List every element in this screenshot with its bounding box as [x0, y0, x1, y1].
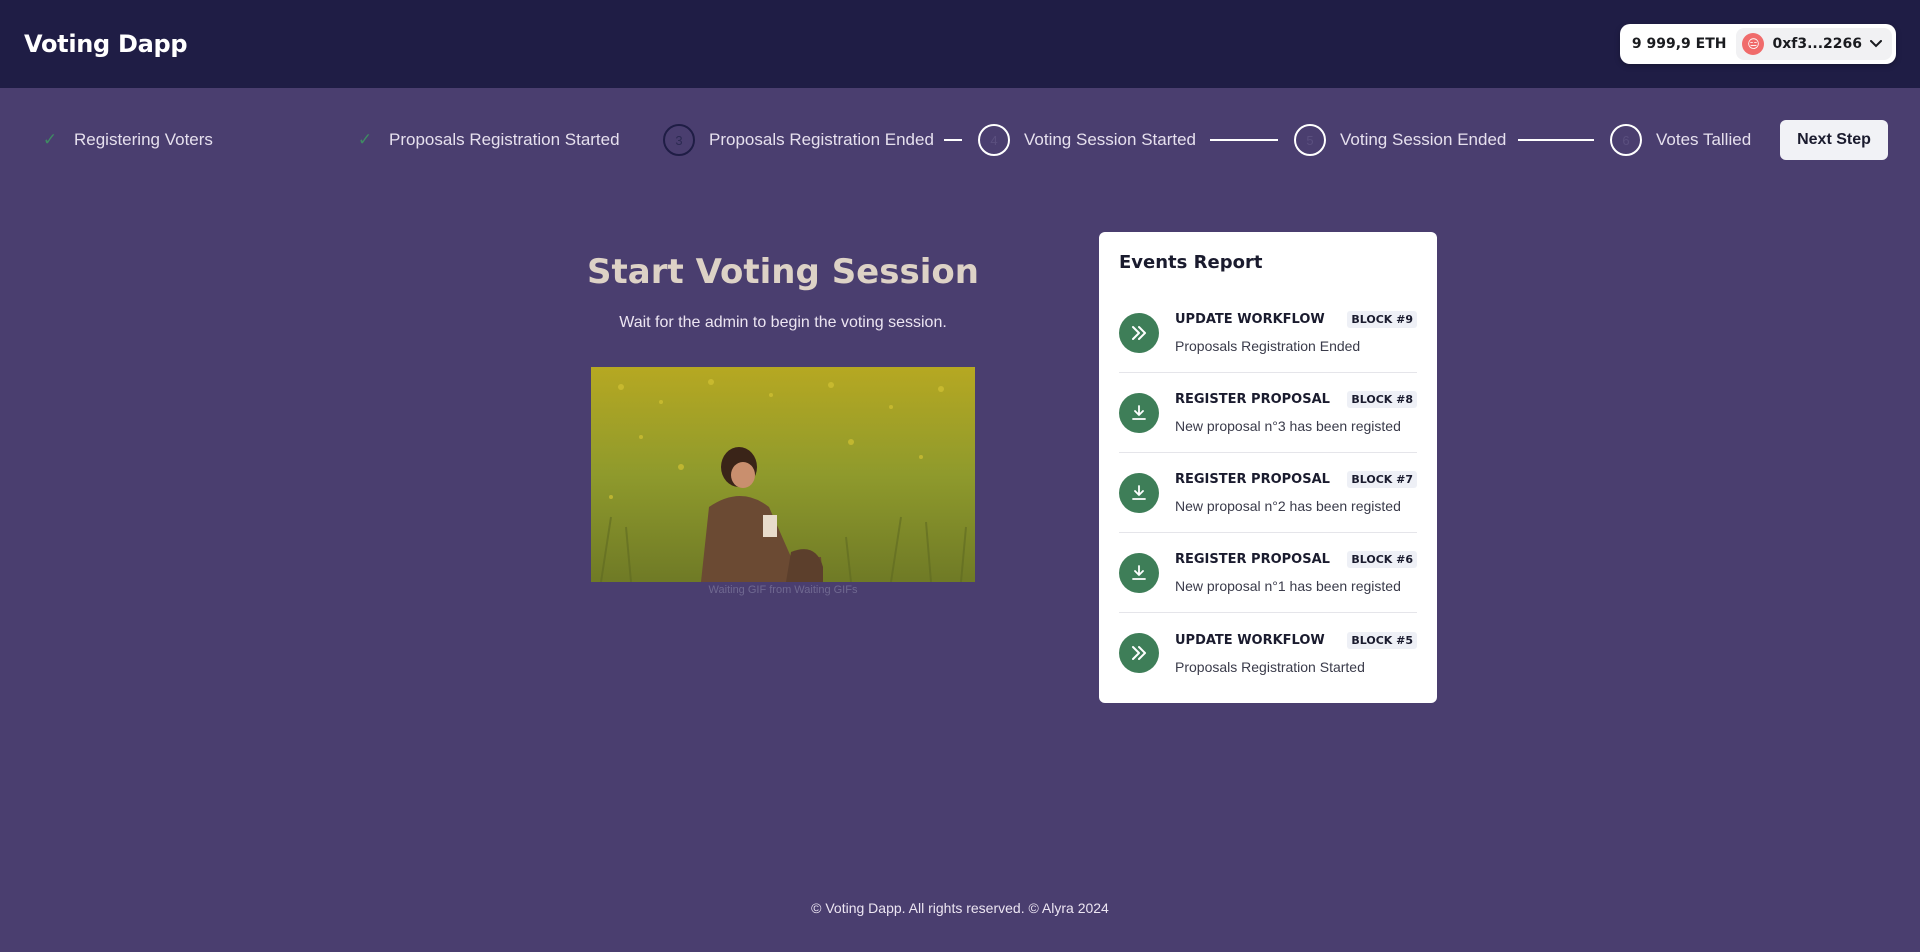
event-description: Proposals Registration Ended	[1175, 338, 1361, 354]
step-label: Registering Voters	[74, 130, 213, 149]
block-badge: BLOCK #8	[1347, 391, 1417, 408]
chevron-down-icon	[1870, 37, 1882, 51]
step-label: Votes Tallied	[1656, 130, 1752, 149]
check-icon: ✓	[42, 130, 58, 149]
block-badge: BLOCK #5	[1347, 631, 1417, 649]
step-proposals-registration-ended: 3 Proposals Registration Ended	[663, 118, 934, 162]
step-number: 6	[1610, 124, 1642, 156]
footer-copyright: © Voting Dapp. All rights reserved. © Al…	[811, 900, 1109, 916]
app-title: Voting Dapp	[24, 30, 188, 58]
event-item: UPDATE WORKFLOW BLOCK #9 Proposals Regis…	[1119, 293, 1417, 373]
event-type: REGISTER PROPOSAL	[1175, 472, 1330, 487]
step-voting-session-started: 4 Voting Session Started	[978, 118, 1196, 162]
step-votes-tallied: 6 Votes Tallied	[1610, 118, 1751, 162]
step-label: Proposals Registration Started	[389, 130, 620, 149]
step-registering-voters: ✓ Registering Voters	[40, 118, 213, 162]
wallet-balance: 9 999,9 ETH	[1631, 36, 1727, 52]
event-type: REGISTER PROPOSAL	[1175, 552, 1330, 567]
event-type: UPDATE WORKFLOW	[1175, 312, 1325, 327]
event-description: New proposal n°1 has been registed	[1175, 578, 1401, 594]
step-connector	[1210, 139, 1278, 141]
event-type: REGISTER PROPOSAL	[1175, 392, 1330, 407]
workflow-stepper: ✓ Registering Voters ✓ Proposals Registr…	[0, 118, 1920, 162]
step-number: 3	[663, 124, 695, 156]
wallet-avatar-icon: 😑	[1742, 33, 1765, 55]
event-item: REGISTER PROPOSAL BLOCK #7 New proposal …	[1119, 453, 1417, 533]
event-description: New proposal n°3 has been registed	[1175, 418, 1401, 434]
event-item: UPDATE WORKFLOW BLOCK #5 Proposals Regis…	[1119, 613, 1417, 693]
step-label: Voting Session Started	[1024, 130, 1197, 149]
download-icon	[1119, 552, 1159, 593]
block-badge: BLOCK #6	[1347, 551, 1417, 568]
step-connector	[944, 139, 962, 141]
events-report-title: Events Report	[1119, 252, 1263, 273]
event-description: Proposals Registration Started	[1175, 658, 1365, 675]
gif-caption-link[interactable]: Waiting GIF from Waiting GIFs	[591, 584, 975, 596]
event-item: REGISTER PROPOSAL BLOCK #8 New proposal …	[1119, 373, 1417, 453]
next-step-button[interactable]: Next Step	[1780, 120, 1888, 160]
check-icon: ✓	[357, 130, 373, 149]
wallet-account-button[interactable]: 😑 0xf3...2266	[1736, 28, 1892, 60]
step-proposals-registration-started: ✓ Proposals Registration Started	[355, 118, 620, 162]
event-item: REGISTER PROPOSAL BLOCK #6 New proposal …	[1119, 533, 1417, 613]
step-voting-session-ended: 5 Voting Session Ended	[1294, 118, 1506, 162]
download-icon	[1119, 472, 1159, 513]
step-connector	[1518, 139, 1594, 141]
step-label: Voting Session Ended	[1340, 130, 1507, 149]
block-badge: BLOCK #7	[1347, 471, 1417, 488]
wallet-connect-button[interactable]: 9 999,9 ETH 😑 0xf3...2266	[1619, 24, 1896, 64]
event-description: New proposal n°2 has been registed	[1175, 498, 1401, 514]
step-label: Proposals Registration Ended	[709, 130, 934, 149]
page-subtitle: Wait for the admin to begin the voting s…	[619, 314, 947, 331]
wallet-address: 0xf3...2266	[1772, 36, 1862, 52]
step-number: 5	[1294, 124, 1326, 156]
event-type: UPDATE WORKFLOW	[1175, 632, 1325, 648]
double-chevron-right-icon	[1119, 633, 1159, 673]
download-icon	[1119, 392, 1159, 433]
page-title: Start Voting Session	[587, 252, 979, 292]
waiting-gif-image	[591, 367, 975, 582]
step-number: 4	[978, 124, 1010, 156]
double-chevron-right-icon	[1119, 312, 1159, 353]
block-badge: BLOCK #9	[1347, 311, 1417, 328]
top-navbar: Voting Dapp 9 999,9 ETH 😑 0xf3...2266	[0, 0, 1920, 88]
events-report-panel: Events Report UPDATE WORKFLOW BLOCK #9 P…	[1099, 232, 1437, 703]
